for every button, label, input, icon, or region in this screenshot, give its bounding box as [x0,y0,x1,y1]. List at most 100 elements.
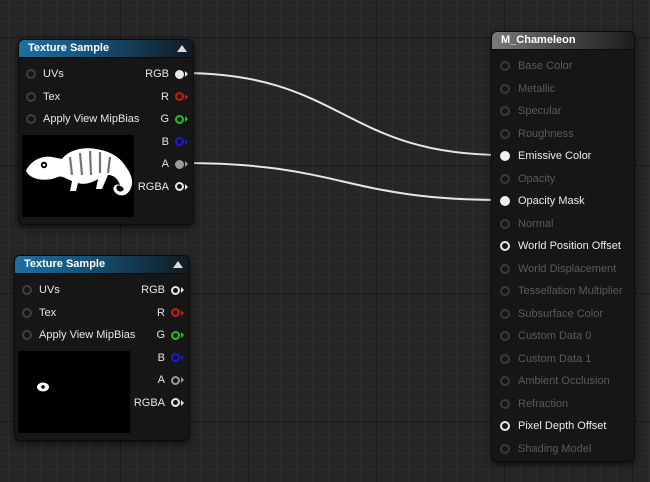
output-label: A [157,374,165,386]
pin-arrow-icon [181,332,184,338]
material-input-label: World Position Offset [518,240,621,252]
material-input-pin[interactable] [500,286,510,296]
material-input-label: Tessellation Multiplier [518,285,623,297]
output-label: RGBA [137,180,169,193]
material-input-pin[interactable] [500,106,510,116]
collapse-arrow-icon[interactable] [177,45,187,52]
material-input-pin[interactable] [500,376,510,386]
material-input-pin[interactable] [500,308,510,319]
output-pin[interactable] [175,92,184,101]
output-label: R [161,90,169,103]
input-pin[interactable] [26,69,36,79]
material-input-label: World Displacement [518,262,617,275]
output-pin[interactable] [171,285,180,295]
material-input-pin[interactable] [500,128,510,139]
wire-rgb-to-emissive-color[interactable] [181,72,505,156]
pin-arrow-icon [181,309,184,316]
input-label: UVs [43,68,64,80]
material-input-label: Roughness [518,127,574,140]
node-title: M_Chameleon [501,34,576,46]
material-input-pin[interactable] [500,398,510,409]
output-pin[interactable] [171,398,180,407]
node-title: Texture Sample [28,42,110,54]
input-pin[interactable] [26,91,36,102]
output-pin[interactable] [171,375,180,385]
material-input-pin[interactable] [500,443,510,454]
pin-arrow-icon [181,287,184,293]
output-pin[interactable] [175,137,184,146]
material-input-label: Custom Data 1 [518,352,592,365]
output-label: B [157,351,165,364]
material-input-label: Metallic [518,82,556,95]
material-input-label: Subsurface Color [518,307,603,320]
input-pin[interactable] [22,285,32,295]
input-pin[interactable] [22,307,32,318]
pin-arrow-icon [181,354,184,361]
material-input-label: Refraction [518,397,569,410]
texture-preview-image [22,135,134,217]
eye-mask-icon [37,382,49,392]
output-label: B [161,135,169,148]
output-pin[interactable] [175,182,184,191]
output-pin[interactable] [171,353,180,362]
output-label: A [161,158,169,170]
material-input-label: Shading Model [518,442,592,455]
output-label: G [156,329,165,341]
material-input-pin[interactable] [500,83,510,94]
collapse-arrow-icon[interactable] [173,261,183,268]
wire-a-to-opacity-mask[interactable] [181,162,505,201]
output-label: RGB [145,68,169,80]
material-input-label: Normal [518,217,554,230]
output-label: G [160,113,169,125]
material-input-label: Base Color [518,60,573,72]
pin-arrow-icon [185,161,188,167]
material-input-pin[interactable] [500,263,510,274]
material-input-pin[interactable] [500,218,510,229]
material-input-label: Specular [518,105,562,117]
input-label: Tex [43,90,61,103]
pin-arrow-icon [185,93,188,100]
material-input-pin[interactable] [500,421,510,431]
input-label: Tex [39,306,57,319]
output-label: R [157,306,165,319]
texture-preview-image [18,351,130,433]
pin-arrow-icon [181,399,184,406]
node-header[interactable]: Texture Sample [15,256,189,274]
material-input-label: Opacity [518,172,556,185]
pin-arrow-icon [185,116,188,122]
output-pin[interactable] [171,308,180,317]
input-pin[interactable] [26,114,36,124]
material-input-label: Opacity Mask [518,195,585,207]
material-input-pin[interactable] [500,331,510,341]
material-input-pin[interactable] [500,173,510,184]
output-pin[interactable] [171,330,180,340]
texture-sample-node-2[interactable]: Texture Sample UVs Tex Apply View MipBias R… [14,255,190,441]
pin-arrow-icon [185,183,188,190]
material-input-label: Custom Data 0 [518,330,592,342]
node-header[interactable]: Texture Sample [19,40,193,58]
node-title: Texture Sample [24,258,106,270]
material-input-pin[interactable] [500,61,510,71]
node-header[interactable]: M_Chameleon [492,32,634,50]
pin-arrow-icon [185,71,188,77]
input-label: Apply View MipBias [39,329,136,341]
input-pin[interactable] [22,330,32,340]
material-input-label: Pixel Depth Offset [518,420,607,432]
output-pin[interactable] [175,114,184,124]
output-pin[interactable] [175,69,184,79]
material-input-label: Emissive Color [518,150,592,162]
chameleon-silhouette-icon [26,148,133,196]
material-result-node[interactable]: M_Chameleon Base Color Metallic Specular Ro… [491,31,635,462]
material-input-pin[interactable] [500,196,510,206]
material-input-label: Ambient Occlusion [518,375,610,387]
output-label: RGBA [133,396,165,409]
input-label: UVs [39,284,60,296]
texture-sample-node-1[interactable]: Texture Sample UVs Tex Apply View MipBias R… [18,39,194,225]
material-input-pin[interactable] [500,241,510,251]
output-label: RGB [141,284,165,296]
pin-arrow-icon [181,377,184,383]
material-input-pin[interactable] [500,151,510,161]
material-input-pin[interactable] [500,353,510,364]
output-pin[interactable] [175,159,184,169]
pin-arrow-icon [185,138,188,145]
